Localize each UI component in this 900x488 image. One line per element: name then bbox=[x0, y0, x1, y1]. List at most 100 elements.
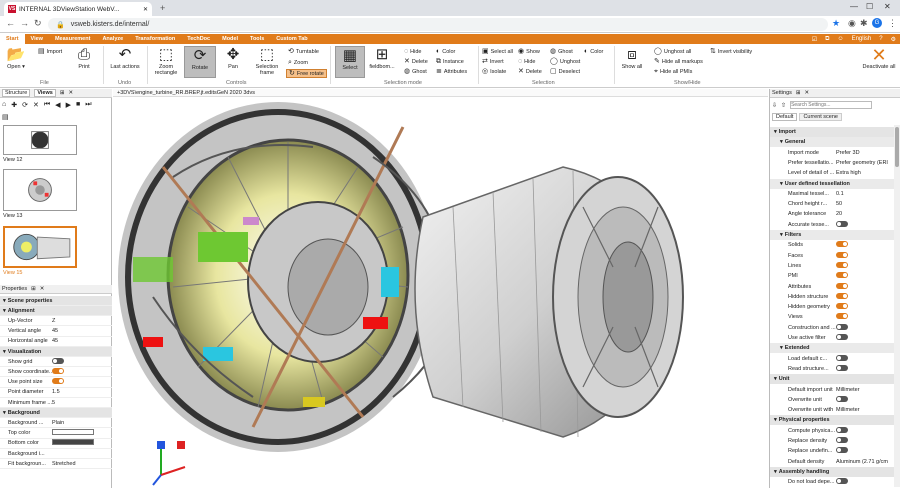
isolate-button[interactable]: ◎ Isolate bbox=[482, 68, 506, 75]
view-thumbnail[interactable] bbox=[3, 169, 77, 211]
setting-toggle[interactable] bbox=[836, 323, 848, 330]
property-toggle[interactable] bbox=[52, 357, 64, 364]
delete-selection-button[interactable]: ✕ Delete bbox=[518, 68, 542, 75]
show-all-button[interactable]: ⧈ Show all bbox=[618, 46, 646, 70]
back-icon[interactable]: ← bbox=[6, 18, 15, 28]
setting-toggle[interactable] bbox=[836, 272, 848, 279]
pin-icon[interactable]: ⊞ bbox=[796, 90, 801, 96]
home-icon[interactable]: ⌂ bbox=[2, 101, 6, 109]
setting-toggle[interactable] bbox=[836, 261, 848, 268]
collapse-icon[interactable]: ▾ bbox=[770, 139, 783, 145]
show-button[interactable]: ◉ Show bbox=[518, 48, 540, 55]
color-swatch[interactable] bbox=[52, 439, 94, 446]
select-all-button[interactable]: ▣ Select all bbox=[482, 48, 513, 55]
maximize-icon[interactable]: ☐ bbox=[866, 2, 873, 11]
rotate-button[interactable]: ⟳ Rotate bbox=[184, 46, 216, 78]
property-value[interactable]: Plain bbox=[52, 420, 112, 426]
profile-avatar[interactable]: G bbox=[872, 18, 882, 28]
import-button[interactable]: ▤ Import bbox=[38, 48, 62, 55]
extension-icon[interactable]: ◉ bbox=[848, 18, 856, 29]
menu-start[interactable]: Start bbox=[0, 34, 25, 44]
setting-toggle[interactable] bbox=[836, 241, 848, 248]
menu-tools[interactable]: Tools bbox=[244, 34, 270, 44]
first-icon[interactable]: ⏮ bbox=[44, 101, 50, 109]
unghost-button[interactable]: ◯ Unghost bbox=[550, 58, 580, 65]
settings-scrollbar[interactable] bbox=[894, 125, 900, 487]
turntable-button[interactable]: ⟲ Turntable bbox=[288, 48, 319, 55]
delete-button[interactable]: ✕ Delete bbox=[404, 58, 428, 65]
property-value[interactable]: Stretched bbox=[52, 461, 112, 467]
color-swatch[interactable] bbox=[52, 429, 94, 436]
engine-turbine-model[interactable] bbox=[113, 97, 768, 488]
check-icon[interactable]: ☑ bbox=[812, 36, 817, 43]
free-rotate-button[interactable]: ↻ Free rotate bbox=[286, 69, 327, 78]
invert-button[interactable]: ⇄ Invert bbox=[482, 58, 504, 65]
close-window-icon[interactable]: ✕ bbox=[884, 2, 891, 11]
stop-icon[interactable]: ■ bbox=[76, 101, 80, 109]
deselect-button[interactable]: ▢ Deselect bbox=[550, 68, 580, 75]
deactivate-all-button[interactable]: ✕ Deactivate all bbox=[862, 46, 896, 70]
unghost-all-button[interactable]: ◯ Unghost all bbox=[654, 48, 691, 55]
bookmark-star-icon[interactable]: ★ bbox=[832, 18, 840, 29]
ghost-button[interactable]: ◍ Ghost bbox=[404, 68, 427, 75]
collapse-icon[interactable]: ▾ bbox=[770, 232, 783, 238]
setting-toggle[interactable] bbox=[836, 478, 848, 485]
setting-toggle[interactable] bbox=[836, 303, 848, 310]
close-panel-icon[interactable]: ✕ bbox=[68, 90, 73, 96]
setting-value[interactable]: Prefer 3D bbox=[836, 150, 894, 156]
menu-analyze[interactable]: Analyze bbox=[96, 34, 129, 44]
settings-section[interactable]: ▾ Assembly handling bbox=[770, 466, 894, 477]
settings-subsection[interactable]: ▾ General bbox=[770, 137, 894, 148]
property-section[interactable]: ▾ Background bbox=[0, 408, 112, 419]
settings-section[interactable]: ▾ Unit bbox=[770, 374, 894, 385]
pin-icon[interactable]: ⊞ bbox=[31, 286, 36, 292]
setting-value[interactable]: Aluminum (2.71 g/cm bbox=[836, 459, 894, 465]
last-actions-button[interactable]: ↶ Last actions bbox=[108, 46, 142, 70]
browser-tab[interactable]: VS INTERNAL 3DViewStation WebV... ✕ bbox=[4, 2, 152, 16]
setting-value[interactable]: Extra high bbox=[836, 170, 894, 176]
3d-viewport[interactable]: +3DVS\engine_turbine_RR.BREP.jt.editsGeN… bbox=[113, 89, 768, 488]
color-selection-button[interactable]: ◐ Color bbox=[584, 48, 603, 55]
setting-toggle[interactable] bbox=[836, 313, 848, 320]
property-value[interactable]: Z bbox=[52, 318, 112, 324]
property-toggle[interactable] bbox=[52, 367, 64, 374]
hide-all-markups-button[interactable]: ✎ Hide all markups bbox=[654, 58, 703, 65]
update-view-icon[interactable]: ⟳ bbox=[22, 101, 28, 109]
menu-transformation[interactable]: Transformation bbox=[129, 34, 181, 44]
property-value[interactable]: 45 bbox=[52, 338, 112, 344]
document-icon[interactable]: ▤ bbox=[2, 113, 9, 121]
open-button[interactable]: 📂 Open ▾ bbox=[4, 46, 28, 70]
previous-icon[interactable]: ◀ bbox=[55, 101, 60, 109]
collapse-icon[interactable]: ▾ bbox=[770, 181, 783, 187]
selection-frame-button[interactable]: ⬚ Selection frame bbox=[253, 46, 281, 76]
settings-section[interactable]: ▾ Import bbox=[770, 127, 894, 137]
attributes-button[interactable]: ≣ Attributes bbox=[436, 68, 467, 75]
invert-visibility-button[interactable]: ⇅ Invert visibility bbox=[710, 48, 752, 55]
menu-model[interactable]: Model bbox=[216, 34, 244, 44]
settings-search-input[interactable] bbox=[790, 101, 873, 109]
hide-selection-button[interactable]: ◌ Hide bbox=[518, 58, 535, 65]
setting-toggle[interactable] bbox=[836, 334, 848, 340]
minimize-icon[interactable]: — bbox=[850, 2, 858, 11]
tab-default[interactable]: Default bbox=[772, 113, 798, 121]
property-value[interactable]: 5 bbox=[52, 400, 112, 406]
ghost-selection-button[interactable]: ◍ Ghost bbox=[550, 48, 573, 55]
pan-button[interactable]: ✥ Pan bbox=[222, 46, 244, 70]
setting-value[interactable]: 20 bbox=[836, 211, 894, 217]
view-thumbnail-selected[interactable] bbox=[3, 226, 77, 268]
close-panel-icon[interactable]: ✕ bbox=[804, 90, 809, 96]
setting-toggle[interactable] bbox=[836, 354, 848, 361]
property-value[interactable]: 45 bbox=[52, 328, 112, 334]
menu-techdoc[interactable]: TechDoc bbox=[181, 34, 216, 44]
color-button[interactable]: ◐ Color bbox=[436, 48, 455, 55]
property-toggle[interactable] bbox=[52, 378, 64, 385]
settings-subsection[interactable]: ▾ Filters bbox=[770, 230, 894, 240]
setting-toggle[interactable] bbox=[836, 395, 848, 402]
setting-toggle[interactable] bbox=[836, 220, 848, 227]
instance-button[interactable]: ⧉ Instance bbox=[436, 58, 464, 65]
fieldbom-button[interactable]: ⊞ fieldbom... bbox=[368, 46, 396, 70]
setting-toggle[interactable] bbox=[836, 251, 848, 258]
setting-toggle[interactable] bbox=[836, 282, 848, 289]
collapse-icon[interactable]: ▾ bbox=[770, 345, 783, 351]
setting-toggle[interactable] bbox=[836, 292, 848, 299]
